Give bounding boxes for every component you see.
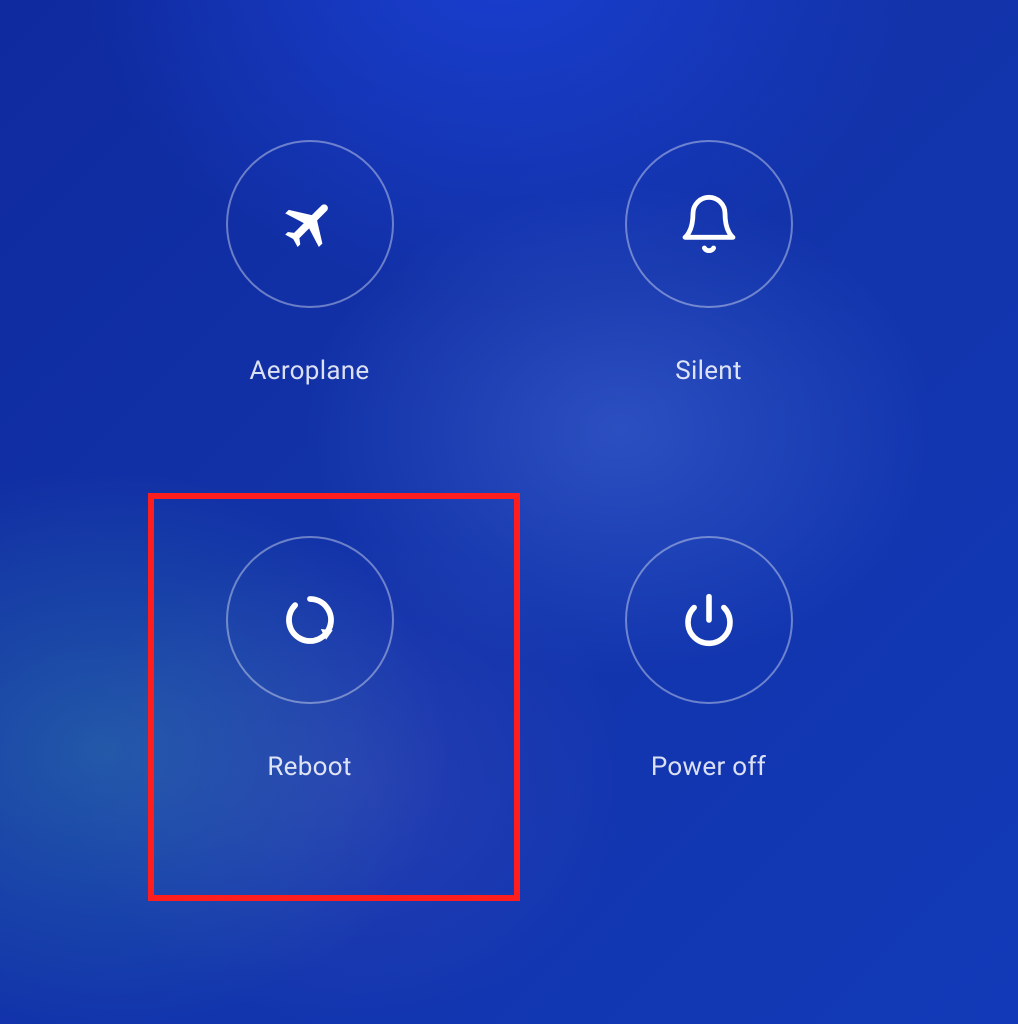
bell-icon bbox=[677, 192, 741, 256]
silent-label: Silent bbox=[675, 356, 742, 386]
aeroplane-circle bbox=[226, 140, 394, 308]
silent-button[interactable]: Silent bbox=[579, 140, 839, 386]
silent-circle bbox=[625, 140, 793, 308]
aeroplane-button[interactable]: Aeroplane bbox=[180, 140, 440, 386]
power-off-button[interactable]: Power off bbox=[579, 536, 839, 782]
power-off-label: Power off bbox=[651, 752, 766, 782]
reboot-icon bbox=[282, 592, 338, 648]
power-off-circle bbox=[625, 536, 793, 704]
reboot-circle bbox=[226, 536, 394, 704]
power-menu: Aeroplane Silent Reboot bbox=[0, 140, 1018, 782]
reboot-button[interactable]: Reboot bbox=[180, 536, 440, 782]
airplane-icon bbox=[280, 194, 340, 254]
reboot-label: Reboot bbox=[267, 752, 351, 782]
aeroplane-label: Aeroplane bbox=[249, 356, 369, 386]
power-icon bbox=[681, 592, 737, 648]
